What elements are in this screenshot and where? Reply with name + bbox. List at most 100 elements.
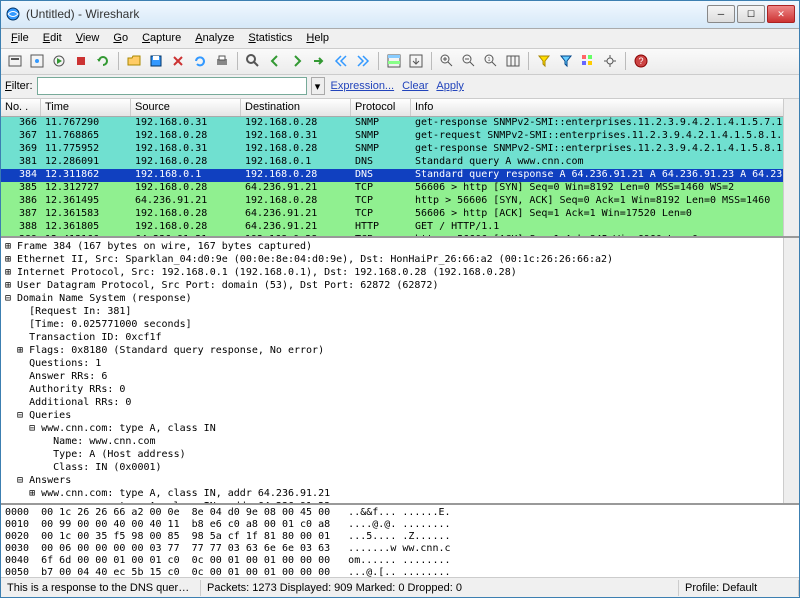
zoomout-icon[interactable]: [459, 51, 479, 71]
table-row[interactable]: 38812.361805192.168.0.2864.236.91.21HTTP…: [1, 221, 799, 234]
restart-icon[interactable]: [93, 51, 113, 71]
detail-line[interactable]: ⊟ Domain Name System (response): [5, 292, 795, 305]
stop-icon[interactable]: [71, 51, 91, 71]
statusbar: This is a response to the DNS query in t…: [1, 577, 799, 597]
table-row[interactable]: 38612.36149564.236.91.21192.168.0.28TCPh…: [1, 195, 799, 208]
menu-file[interactable]: File: [5, 30, 35, 46]
hex-line: 0000 00 1c 26 26 66 a2 00 0e 8e 04 d0 9e…: [5, 507, 795, 519]
apply-link[interactable]: Apply: [436, 80, 464, 92]
packet-scrollbar[interactable]: [783, 99, 799, 237]
expression-link[interactable]: Expression...: [331, 80, 395, 92]
status-left: This is a response to the DNS query in t…: [1, 580, 201, 596]
detail-line[interactable]: ⊟ Queries: [5, 409, 795, 422]
dispfilter-icon[interactable]: [556, 51, 576, 71]
detail-line[interactable]: [Time: 0.025771000 seconds]: [5, 318, 795, 331]
first-icon[interactable]: [331, 51, 351, 71]
detail-line[interactable]: Name: www.cnn.com: [5, 435, 795, 448]
last-icon[interactable]: [353, 51, 373, 71]
detail-line[interactable]: ⊟ Answers: [5, 474, 795, 487]
minimize-button[interactable]: ─: [707, 5, 735, 23]
prefs-icon[interactable]: [600, 51, 620, 71]
detail-line[interactable]: Class: IN (0x0001): [5, 461, 795, 474]
menu-view[interactable]: View: [70, 30, 106, 46]
reload-icon[interactable]: [190, 51, 210, 71]
svg-text:?: ?: [638, 56, 643, 66]
hex-line: 0050 b7 00 04 40 ec 5b 15 c0 0c 00 01 00…: [5, 567, 795, 577]
menu-help[interactable]: Help: [300, 30, 335, 46]
menu-analyze[interactable]: Analyze: [189, 30, 240, 46]
menubar: File Edit View Go Capture Analyze Statis…: [1, 29, 799, 49]
table-row[interactable]: 36611.767290192.168.0.31192.168.0.28SNMP…: [1, 117, 799, 130]
zoom100-icon[interactable]: 1: [481, 51, 501, 71]
next-icon[interactable]: [287, 51, 307, 71]
print-icon[interactable]: [212, 51, 232, 71]
filter-input[interactable]: [37, 77, 307, 95]
autoscroll-icon[interactable]: [406, 51, 426, 71]
close-button[interactable]: ✕: [767, 5, 795, 23]
packet-list[interactable]: No. . Time Source Destination Protocol I…: [1, 99, 799, 239]
col-source[interactable]: Source: [131, 99, 241, 116]
maximize-button[interactable]: ☐: [737, 5, 765, 23]
table-row[interactable]: 38112.286091192.168.0.28192.168.0.1DNSSt…: [1, 156, 799, 169]
toolbar: 1 ?: [1, 49, 799, 75]
menu-go[interactable]: Go: [107, 30, 134, 46]
col-no[interactable]: No. .: [1, 99, 41, 116]
detail-line[interactable]: ⊞ User Datagram Protocol, Src Port: doma…: [5, 279, 795, 292]
prev-icon[interactable]: [265, 51, 285, 71]
col-protocol[interactable]: Protocol: [351, 99, 411, 116]
goto-icon[interactable]: [309, 51, 329, 71]
detail-line[interactable]: Questions: 1: [5, 357, 795, 370]
detail-line[interactable]: [Request In: 381]: [5, 305, 795, 318]
detail-line[interactable]: Type: A (Host address): [5, 448, 795, 461]
details-scrollbar[interactable]: [783, 238, 799, 503]
zoomin-icon[interactable]: [437, 51, 457, 71]
detail-line[interactable]: ⊞ Flags: 0x8180 (Standard query response…: [5, 344, 795, 357]
col-info[interactable]: Info: [411, 99, 799, 116]
detail-line[interactable]: ⊞ Frame 384 (167 bytes on wire, 167 byte…: [5, 240, 795, 253]
hex-line: 0030 00 06 00 00 00 00 03 77 77 77 03 63…: [5, 543, 795, 555]
table-row[interactable]: 38412.311862192.168.0.1192.168.0.28DNSSt…: [1, 169, 799, 182]
options-icon[interactable]: [27, 51, 47, 71]
packet-header: No. . Time Source Destination Protocol I…: [1, 99, 799, 117]
help-icon[interactable]: ?: [631, 51, 651, 71]
menu-edit[interactable]: Edit: [37, 30, 68, 46]
menu-statistics[interactable]: Statistics: [242, 30, 298, 46]
table-row[interactable]: 38512.312727192.168.0.2864.236.91.21TCP5…: [1, 182, 799, 195]
table-row[interactable]: 36911.775952192.168.0.31192.168.0.28SNMP…: [1, 143, 799, 156]
detail-line[interactable]: ⊞ www.cnn.com: type A, class IN, addr 64…: [5, 487, 795, 500]
interfaces-icon[interactable]: [5, 51, 25, 71]
app-icon: [5, 6, 21, 22]
filter-dropdown[interactable]: ▾: [311, 77, 325, 95]
status-packets: Packets: 1273 Displayed: 909 Marked: 0 D…: [201, 580, 679, 596]
resize-cols-icon[interactable]: [503, 51, 523, 71]
save-icon[interactable]: [146, 51, 166, 71]
coloring-icon[interactable]: [578, 51, 598, 71]
hex-line: 0040 6f 6d 00 00 01 00 01 c0 0c 00 01 00…: [5, 555, 795, 567]
detail-line[interactable]: Authority RRs: 0: [5, 383, 795, 396]
menu-capture[interactable]: Capture: [136, 30, 187, 46]
open-icon[interactable]: [124, 51, 144, 71]
detail-line[interactable]: ⊟ www.cnn.com: type A, class IN: [5, 422, 795, 435]
packet-bytes[interactable]: 0000 00 1c 26 26 66 a2 00 0e 8e 04 d0 9e…: [1, 505, 799, 577]
table-row[interactable]: 36711.768865192.168.0.28192.168.0.31SNMP…: [1, 130, 799, 143]
status-profile: Profile: Default: [679, 580, 799, 596]
find-icon[interactable]: [243, 51, 263, 71]
close-file-icon[interactable]: [168, 51, 188, 71]
svg-text:1: 1: [488, 57, 491, 63]
capfilter-icon[interactable]: [534, 51, 554, 71]
packet-details[interactable]: ⊞ Frame 384 (167 bytes on wire, 167 byte…: [1, 238, 799, 505]
clear-link[interactable]: Clear: [402, 80, 428, 92]
detail-line[interactable]: ⊞ www.cnn.com: type A, class IN, addr 64…: [5, 500, 795, 505]
window-title: (Untitled) - Wireshark: [26, 7, 707, 21]
detail-line[interactable]: ⊞ Ethernet II, Src: Sparklan_04:d0:9e (0…: [5, 253, 795, 266]
titlebar: (Untitled) - Wireshark ─ ☐ ✕: [1, 1, 799, 29]
col-time[interactable]: Time: [41, 99, 131, 116]
detail-line[interactable]: Additional RRs: 0: [5, 396, 795, 409]
colorize-icon[interactable]: [384, 51, 404, 71]
detail-line[interactable]: Transaction ID: 0xcf1f: [5, 331, 795, 344]
col-destination[interactable]: Destination: [241, 99, 351, 116]
table-row[interactable]: 38712.361583192.168.0.2864.236.91.21TCP5…: [1, 208, 799, 221]
detail-line[interactable]: Answer RRs: 6: [5, 370, 795, 383]
detail-line[interactable]: ⊞ Internet Protocol, Src: 192.168.0.1 (1…: [5, 266, 795, 279]
start-icon[interactable]: [49, 51, 69, 71]
